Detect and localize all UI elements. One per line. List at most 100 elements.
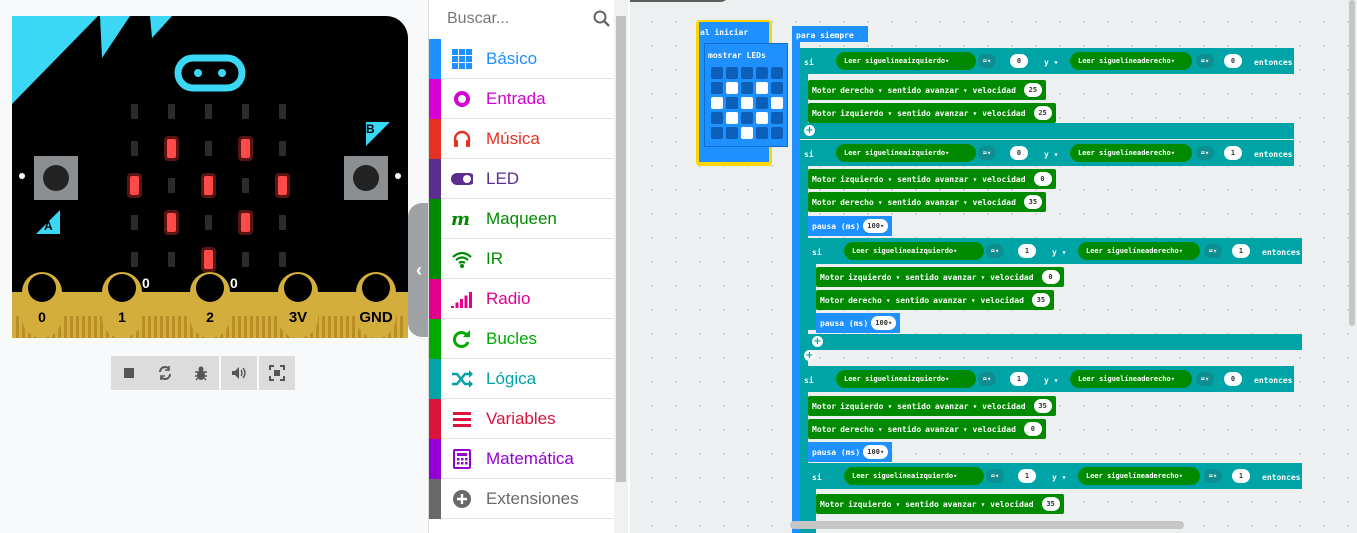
pin-2[interactable]: 2 (190, 272, 230, 338)
line-sensor-right-reporter[interactable]: Leer siguelínea derecho ▾ (1078, 467, 1200, 485)
category-plus-circle[interactable]: Extensiones (429, 479, 613, 519)
speed-input[interactable]: 25 (1023, 83, 1042, 97)
motor-side-dropdown[interactable]: izquierdo (848, 273, 891, 282)
led-cell[interactable] (726, 127, 738, 139)
speed-input[interactable]: 0 (1041, 270, 1060, 284)
pin-3[interactable]: 3V (278, 272, 318, 338)
side-dropdown[interactable]: derecho (1149, 247, 1179, 255)
fullscreen-button[interactable] (259, 356, 295, 390)
line-sensor-right-reporter[interactable]: Leer siguelínea derecho ▾ (1070, 52, 1192, 70)
add-else-icon[interactable]: + (804, 125, 815, 136)
pause-block[interactable]: pausa (ms) 100 ▾ (808, 216, 893, 236)
motor-block[interactable]: Motor izquierdo ▾ sentido avanzar ▾ velocida… (816, 494, 1064, 514)
line-sensor-right-reporter[interactable]: Leer siguelínea derecho ▾ (1078, 242, 1200, 260)
pin-4[interactable]: GND (356, 272, 396, 338)
speed-input[interactable]: 0 (1033, 172, 1052, 186)
and-dropdown[interactable]: y ▾ (1052, 473, 1066, 482)
category-circle[interactable]: Entrada (429, 79, 613, 119)
led-cell[interactable] (726, 97, 738, 109)
line-sensor-left-reporter[interactable]: Leer siguelínea izquierdo ▾ (844, 467, 984, 485)
sound-button[interactable] (221, 356, 257, 390)
side-dropdown[interactable]: izquierdo (907, 57, 945, 65)
speed-input[interactable]: 35 (1041, 497, 1060, 511)
line-sensor-right-reporter[interactable]: Leer siguelínea derecho ▾ (1070, 370, 1192, 388)
search-icon[interactable] (593, 10, 611, 28)
operator-dropdown[interactable]: = ▾ (1196, 146, 1214, 160)
line-sensor-left-reporter[interactable]: Leer siguelínea izquierdo ▾ (836, 144, 976, 162)
side-dropdown[interactable]: derecho (1149, 472, 1179, 480)
line-sensor-left-reporter[interactable]: Leer siguelínea izquierdo ▾ (844, 242, 984, 260)
side-dropdown[interactable]: derecho (1141, 149, 1171, 157)
right-value-input[interactable]: 1 (1232, 244, 1250, 258)
motor-side-dropdown[interactable]: izquierdo (840, 402, 883, 411)
operator-dropdown[interactable]: = ▾ (986, 244, 1004, 258)
pause-block[interactable]: pausa (ms) 100 ▾ (816, 313, 901, 333)
motor-block[interactable]: Motor derecho ▾ sentido avanzar ▾ velocidad 3… (808, 192, 1046, 212)
left-value-input[interactable]: 0 (1010, 146, 1028, 160)
operator-dropdown[interactable]: = ▾ (978, 54, 996, 68)
led-cell[interactable] (726, 112, 738, 124)
category-toggle[interactable]: LED (429, 159, 613, 199)
speed-input[interactable]: 35 (1031, 293, 1050, 307)
direction-dropdown[interactable]: avanzar (943, 273, 977, 282)
pin-1[interactable]: 1 (102, 272, 142, 338)
operator-dropdown[interactable]: = ▾ (978, 372, 996, 386)
motor-side-dropdown[interactable]: derecho (840, 198, 874, 207)
led-cell[interactable] (741, 82, 753, 94)
led-cell[interactable] (711, 97, 723, 109)
motor-block[interactable]: Motor derecho ▾ sentido avanzar ▾ velocidad 0 (808, 419, 1046, 439)
motor-block[interactable]: Motor izquierdo ▾ sentido avanzar ▾ velocida… (816, 267, 1064, 287)
and-dropdown[interactable]: y ▾ (1044, 376, 1058, 385)
operator-dropdown[interactable]: = ▾ (1204, 244, 1222, 258)
direction-dropdown[interactable]: avanzar (935, 175, 969, 184)
side-dropdown[interactable]: derecho (1141, 375, 1171, 383)
category-headphones[interactable]: Música (429, 119, 613, 159)
led-cell[interactable] (726, 67, 738, 79)
search-input[interactable] (447, 10, 577, 28)
led-cell[interactable] (756, 97, 768, 109)
led-cell[interactable] (711, 67, 723, 79)
add-else-icon[interactable]: + (804, 350, 815, 361)
led-cell[interactable] (771, 82, 783, 94)
category-maqueen[interactable]: m Maqueen (429, 199, 613, 239)
led-cell[interactable] (741, 67, 753, 79)
side-dropdown[interactable]: derecho (1141, 57, 1171, 65)
motor-block[interactable]: Motor derecho ▾ sentido avanzar ▾ velocidad 2… (808, 80, 1046, 100)
led-cell[interactable] (771, 127, 783, 139)
operator-dropdown[interactable]: = ▾ (986, 469, 1004, 483)
led-cell[interactable] (756, 67, 768, 79)
motor-side-dropdown[interactable]: izquierdo (840, 175, 883, 184)
operator-dropdown[interactable]: = ▾ (1204, 469, 1222, 483)
category-loop[interactable]: Bucles (429, 319, 613, 359)
pin-0[interactable]: 0 (22, 272, 62, 338)
side-dropdown[interactable]: izquierdo (915, 472, 953, 480)
side-dropdown[interactable]: izquierdo (915, 247, 953, 255)
right-value-input[interactable]: 1 (1232, 469, 1250, 483)
motor-block[interactable]: Motor izquierdo ▾ sentido avanzar ▾ velocida… (808, 396, 1056, 416)
speed-input[interactable]: 35 (1023, 195, 1042, 209)
direction-dropdown[interactable]: avanzar (943, 500, 977, 509)
side-dropdown[interactable]: izquierdo (907, 375, 945, 383)
led-cell[interactable] (771, 112, 783, 124)
pause-block[interactable]: pausa (ms) 100 ▾ (808, 442, 893, 462)
operator-dropdown[interactable]: = ▾ (1196, 54, 1214, 68)
led-cell[interactable] (756, 127, 768, 139)
line-sensor-right-reporter[interactable]: Leer siguelínea derecho ▾ (1070, 144, 1192, 162)
and-dropdown[interactable]: y ▾ (1044, 150, 1058, 159)
led-cell[interactable] (726, 82, 738, 94)
workspace-horizontal-scrollbar[interactable] (790, 521, 1184, 529)
and-dropdown[interactable]: y ▾ (1044, 58, 1058, 67)
debug-button[interactable] (183, 356, 219, 390)
left-value-input[interactable]: 1 (1018, 469, 1036, 483)
code-workspace[interactable]: al iniciar mostrar LEDs para siempre si Leer… (630, 0, 1357, 533)
motor-block[interactable]: Motor derecho ▾ sentido avanzar ▾ velocidad 3… (816, 290, 1054, 310)
toolbox-scrollbar[interactable] (614, 0, 628, 533)
led-cell[interactable] (741, 97, 753, 109)
motor-block[interactable]: Motor izquierdo ▾ sentido avanzar ▾ velocida… (808, 169, 1056, 189)
stop-button[interactable] (111, 356, 147, 390)
led-cell[interactable] (756, 82, 768, 94)
workspace-vertical-scrollbar[interactable] (1349, 0, 1355, 326)
category-list[interactable]: Variables (429, 399, 613, 439)
category-signal-bars[interactable]: Radio (429, 279, 613, 319)
right-value-input[interactable]: 0 (1224, 372, 1242, 386)
